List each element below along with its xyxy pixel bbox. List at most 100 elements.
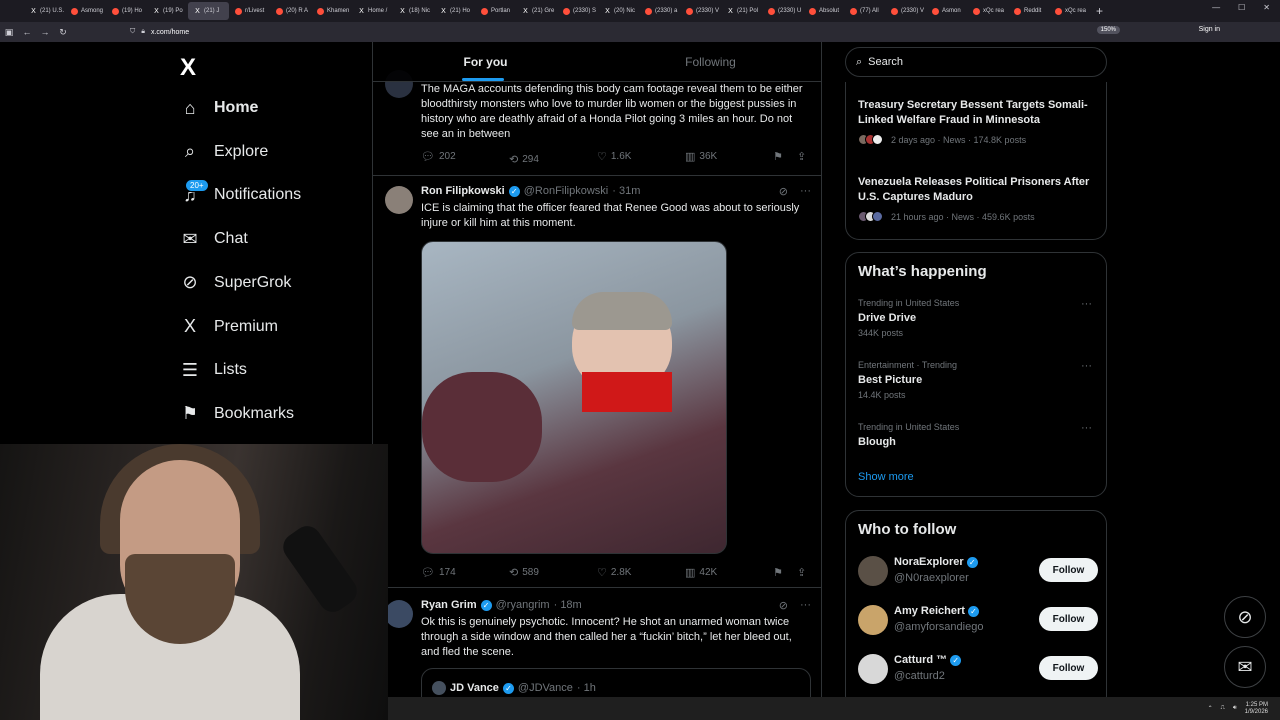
follow-button[interactable]: Follow: [1039, 558, 1098, 582]
grok-icon[interactable]: ⊘: [779, 185, 788, 198]
post-time[interactable]: · 18m: [554, 599, 582, 611]
browser-tab[interactable]: X (21) J: [188, 2, 229, 20]
browser-tab[interactable]: (2330) S: [557, 2, 598, 20]
quote-author-handle[interactable]: @JDVance: [518, 682, 573, 694]
avatar[interactable]: [858, 556, 888, 586]
reload-icon[interactable]: ↻: [54, 27, 72, 38]
nav-item-home[interactable]: ⌂ Home: [180, 93, 259, 123]
share-button[interactable]: ⇪: [797, 150, 806, 163]
bookmark-button[interactable]: ⚑: [773, 150, 783, 163]
reply-button[interactable]: 💬︎ 202: [421, 150, 456, 163]
post-video[interactable]: [421, 241, 727, 554]
avatar[interactable]: [385, 600, 413, 628]
browser-tab[interactable]: (19) Ho: [106, 2, 147, 20]
new-tab-button[interactable]: +: [1096, 4, 1103, 18]
quote-author-name[interactable]: JD Vance: [450, 682, 499, 694]
browser-tab[interactable]: Khamen: [311, 2, 352, 20]
nav-item-bookmarks[interactable]: ⚑ Bookmarks: [180, 399, 294, 429]
browser-tab[interactable]: X (18) Nic: [393, 2, 434, 20]
browser-tab[interactable]: xQc rea: [1049, 2, 1090, 20]
quote-time[interactable]: · 1h: [577, 682, 596, 694]
author-name[interactable]: Ron Filipkowski: [421, 185, 505, 197]
volume-icon[interactable]: 🔊︎: [1233, 705, 1237, 712]
close-window-icon[interactable]: ✕: [1263, 3, 1270, 12]
reply-button[interactable]: 💬︎ 174: [421, 566, 456, 579]
x-logo[interactable]: X: [180, 54, 196, 82]
nav-item-notifications[interactable]: ♫ 20+ Notifications: [180, 179, 301, 210]
show-more-link[interactable]: Show more: [858, 471, 914, 483]
browser-tab[interactable]: X (21) Pol: [721, 2, 762, 20]
forward-icon[interactable]: →: [36, 27, 54, 37]
browser-tab[interactable]: (2330) V: [885, 2, 926, 20]
nav-item-supergrok[interactable]: ⊘ SuperGrok: [180, 268, 291, 298]
zoom-badge[interactable]: 150%: [1096, 26, 1120, 34]
tray-chevron-icon[interactable]: ⌃: [1208, 705, 1213, 712]
trend-item[interactable]: Trending in United States Blough ···: [858, 422, 1098, 448]
avatar[interactable]: [385, 186, 413, 214]
back-icon[interactable]: ←: [18, 27, 36, 37]
more-icon[interactable]: ···: [800, 185, 811, 198]
browser-tab[interactable]: (2330) U: [762, 2, 803, 20]
post-time[interactable]: · 31m: [612, 185, 640, 197]
browser-tab[interactable]: (2330) V: [680, 2, 721, 20]
grok-icon[interactable]: ⊘: [779, 599, 788, 612]
browser-tab[interactable]: (20) R A: [270, 2, 311, 20]
browser-tab[interactable]: (2330) a: [639, 2, 680, 20]
author-handle[interactable]: @ryangrim: [496, 599, 550, 611]
more-icon[interactable]: ···: [1081, 360, 1092, 372]
post[interactable]: Ryan Grim ✓ @ryangrim · 18m ⊘ ··· Ok thi…: [373, 588, 821, 698]
follow-button[interactable]: Follow: [1039, 656, 1098, 680]
follow-suggestion[interactable]: Catturd ™ ✓ @catturd2 Follow: [858, 652, 1098, 688]
browser-tab[interactable]: Asmon: [926, 2, 967, 20]
minimize-icon[interactable]: —: [1212, 3, 1220, 12]
trend-item[interactable]: Trending in United States Drive Drive 34…: [858, 298, 1098, 338]
address-bar[interactable]: ⛉ 🔒︎ x.com/home: [130, 25, 1130, 39]
browser-tab[interactable]: r/Livest: [229, 2, 270, 20]
nav-item-premium[interactable]: X Premium: [180, 312, 278, 342]
browser-tab[interactable]: X (21) Ho: [434, 2, 475, 20]
browser-tab[interactable]: (77) All: [844, 2, 885, 20]
browser-tab[interactable]: X Home /: [352, 2, 393, 20]
post[interactable]: The MAGA accounts defending this body ca…: [373, 70, 821, 176]
more-icon[interactable]: ···: [1081, 298, 1092, 310]
browser-tab[interactable]: Reddit: [1008, 2, 1049, 20]
system-clock[interactable]: 1:25 PM 1/9/2026: [1245, 702, 1268, 716]
nav-item-chat[interactable]: ✉ Chat: [180, 224, 247, 254]
grok-fab-button[interactable]: ⊘: [1224, 596, 1266, 638]
views-button[interactable]: ▥ 36K: [685, 150, 717, 163]
avatar[interactable]: [858, 654, 888, 684]
like-button[interactable]: ♡ 1.6K: [597, 150, 631, 163]
nav-item-lists[interactable]: ☰ Lists: [180, 355, 247, 385]
search-input[interactable]: ⌕ Search: [845, 47, 1107, 77]
news-item[interactable]: Venezuela Releases Political Prisoners A…: [858, 175, 1098, 222]
maximize-icon[interactable]: ☐: [1238, 3, 1245, 12]
post[interactable]: Ron Filipkowski ✓ @RonFilipkowski · 31m …: [373, 176, 821, 588]
like-button[interactable]: ♡ 2.8K: [597, 566, 631, 579]
follow-suggestion[interactable]: Amy Reichert ✓ @amyforsandiego Follow: [858, 603, 1098, 639]
trend-item[interactable]: Entertainment · Trending Best Picture 14…: [858, 360, 1098, 400]
tab-following[interactable]: Following: [598, 42, 821, 81]
more-icon[interactable]: ···: [800, 599, 811, 612]
share-button[interactable]: ⇪: [797, 566, 806, 579]
browser-tab[interactable]: X (20) Nic: [598, 2, 639, 20]
repost-button[interactable]: ⟲ 589: [509, 566, 539, 579]
bookmark-button[interactable]: ⚑: [773, 566, 783, 579]
tab-for-you[interactable]: For you: [373, 42, 598, 81]
browser-tab[interactable]: X (19) Po: [147, 2, 188, 20]
author-handle[interactable]: @RonFilipkowski: [524, 185, 609, 197]
messages-fab-button[interactable]: ✉: [1224, 646, 1266, 688]
browser-tab[interactable]: Absolut: [803, 2, 844, 20]
avatar[interactable]: [858, 605, 888, 635]
browser-tab[interactable]: X (21) Gre: [516, 2, 557, 20]
browser-tab[interactable]: X (21) U.S.: [24, 2, 65, 20]
author-name[interactable]: Ryan Grim: [421, 599, 477, 611]
follow-button[interactable]: Follow: [1039, 607, 1098, 631]
quoted-post[interactable]: JD Vance ✓ @JDVance · 1h: [421, 668, 811, 698]
sidebar-toggle-icon[interactable]: ▣: [0, 27, 18, 38]
browser-tab[interactable]: xQc rea: [967, 2, 1008, 20]
browser-tab[interactable]: Portlan: [475, 2, 516, 20]
follow-suggestion[interactable]: NoraExplorer ✓ @N0raexplorer Follow: [858, 554, 1098, 590]
nav-item-explore[interactable]: ⌕ Explore: [180, 137, 268, 167]
views-button[interactable]: ▥ 42K: [685, 566, 717, 579]
network-icon[interactable]: ⎍: [1221, 705, 1225, 712]
